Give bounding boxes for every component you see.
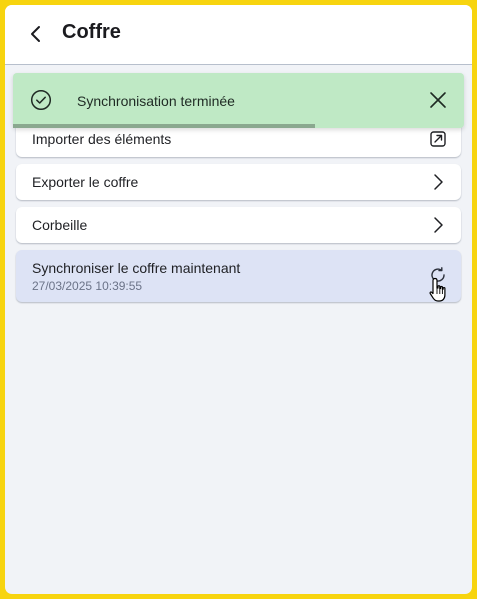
sync-vault-button[interactable]: Synchroniser le coffre maintenant 27/03/… xyxy=(16,250,461,302)
check-circle-icon xyxy=(30,89,52,111)
toast-message: Synchronisation terminée xyxy=(77,93,235,109)
trash-label: Corbeille xyxy=(32,217,88,233)
chevron-left-icon xyxy=(31,26,40,42)
trash-button[interactable]: Corbeille xyxy=(16,207,461,243)
sync-complete-toast: Synchronisation terminée xyxy=(13,73,464,128)
last-sync-timestamp: 27/03/2025 10:39:55 xyxy=(32,279,143,293)
close-icon[interactable] xyxy=(428,90,448,110)
toast-progress-bar xyxy=(13,124,316,128)
import-items-label: Importer des éléments xyxy=(32,131,172,147)
hand-pointer-cursor xyxy=(429,277,446,302)
toast-progress-track xyxy=(13,124,464,128)
external-link-icon xyxy=(430,131,446,147)
chevron-right-icon xyxy=(434,217,443,233)
page-title: Coffre xyxy=(62,21,121,43)
app-header: Coffre xyxy=(5,5,472,65)
back-button[interactable] xyxy=(21,19,51,49)
export-vault-label: Exporter le coffre xyxy=(32,174,139,190)
sync-vault-label: Synchroniser le coffre maintenant xyxy=(32,260,241,276)
export-vault-button[interactable]: Exporter le coffre xyxy=(16,164,461,200)
chevron-right-icon xyxy=(434,174,443,190)
vault-screen: Coffre Importer des éléments Exporter le… xyxy=(5,5,472,594)
